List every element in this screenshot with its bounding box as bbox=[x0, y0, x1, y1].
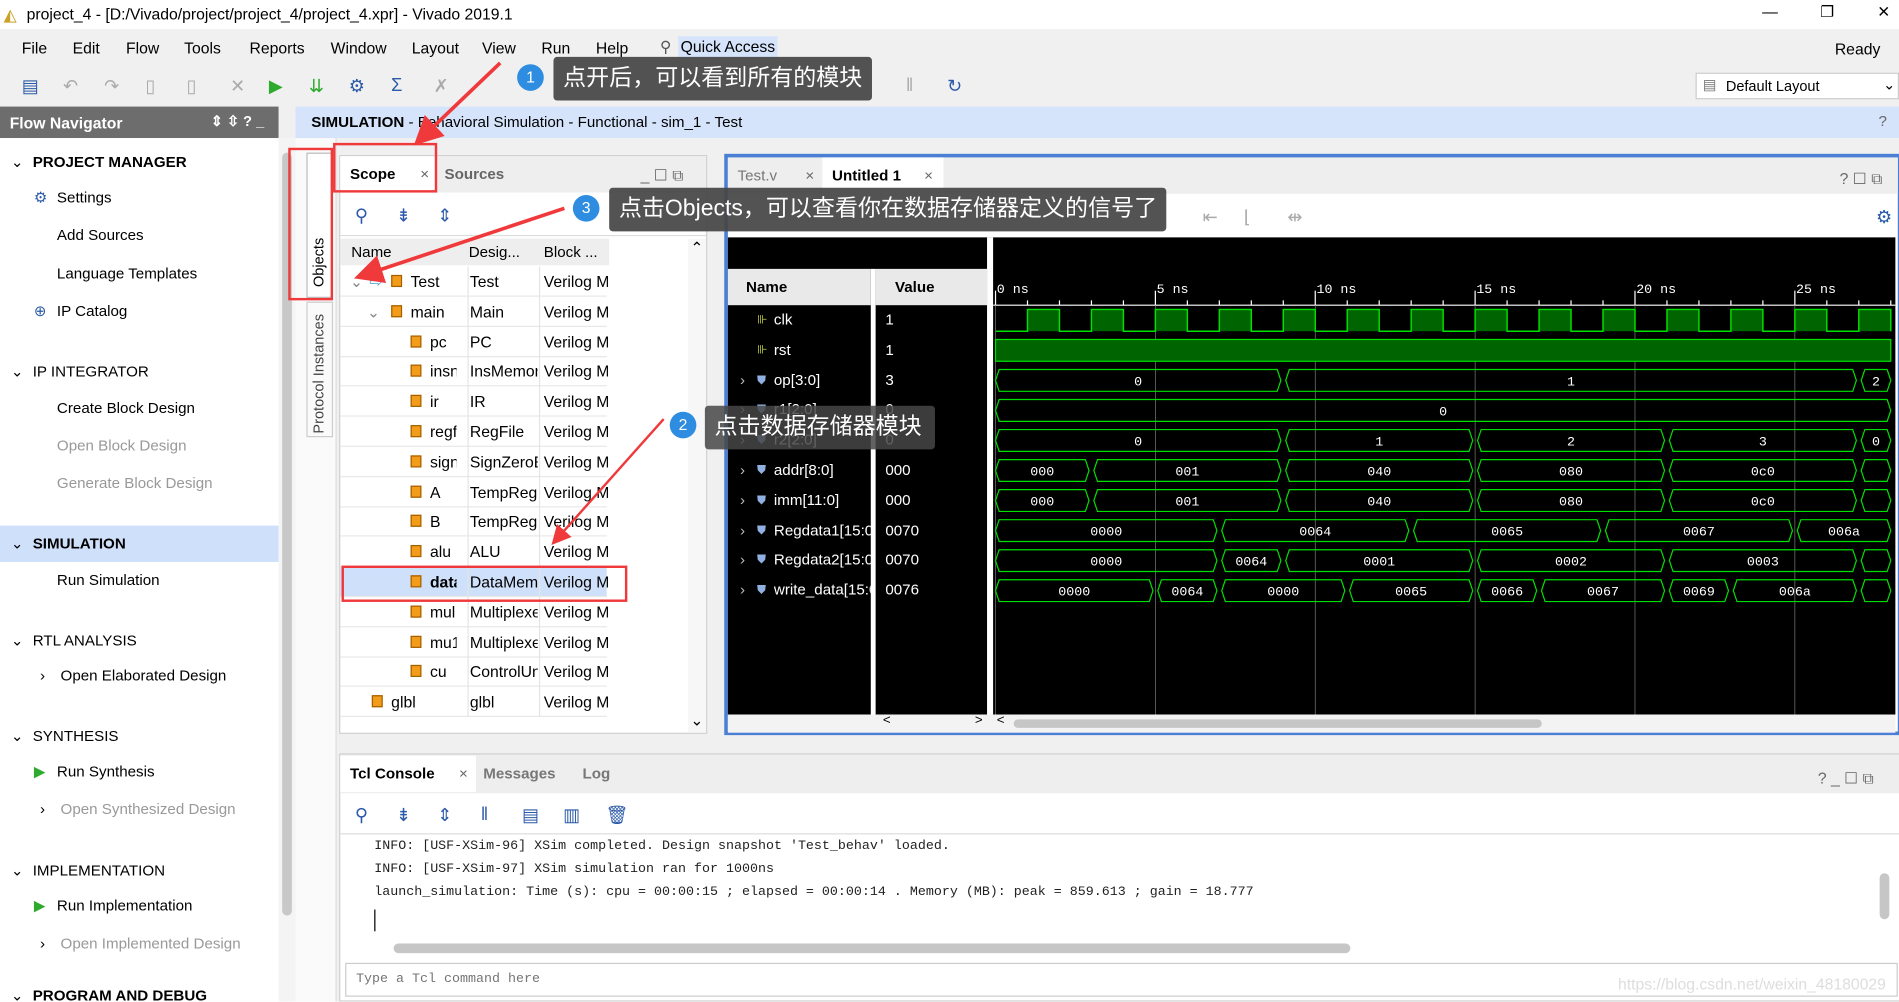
callout-3: 点击Objects，可以查看你在数据存储器定义的信号了 bbox=[609, 187, 1167, 232]
annotation-arrows bbox=[354, 61, 665, 545]
arrow-1 bbox=[413, 61, 502, 146]
arrow-2 bbox=[551, 418, 665, 545]
step-badge-1: 1 bbox=[517, 64, 544, 91]
callout-1: 点开后，可以看到所有的模块 bbox=[553, 56, 873, 101]
arrow-3 bbox=[354, 206, 565, 284]
callout-2: 点击数据存储器模块 bbox=[704, 405, 935, 450]
step-badge-2: 2 bbox=[669, 411, 697, 439]
step-badge-3: 3 bbox=[572, 194, 600, 222]
